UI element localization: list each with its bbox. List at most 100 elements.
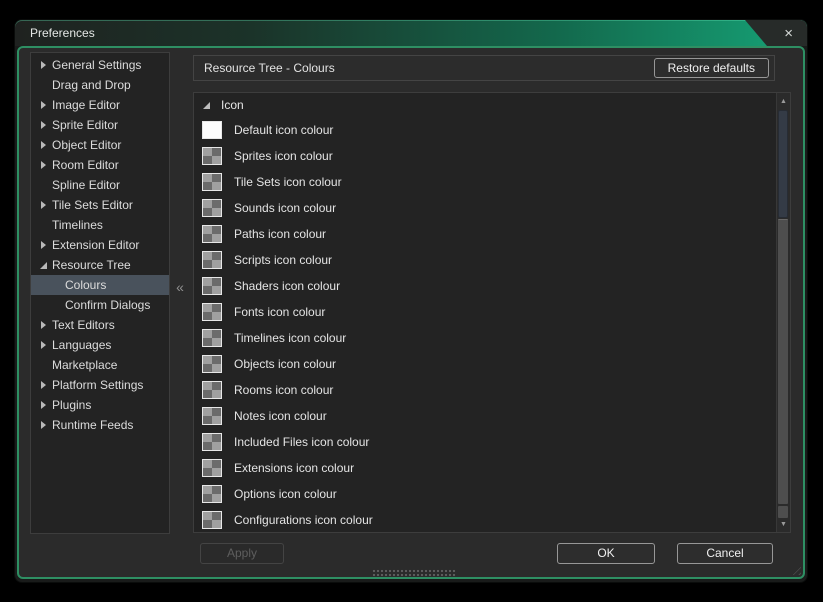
colour-row-objects[interactable]: Objects icon colour <box>194 351 790 377</box>
sidebar-collapse-icon[interactable]: « <box>171 278 189 296</box>
tree-expanded-icon[interactable] <box>203 102 215 109</box>
colour-swatch[interactable] <box>202 121 222 139</box>
tree-collapsed-icon[interactable] <box>37 101 49 109</box>
colour-row-label: Notes icon colour <box>234 409 327 423</box>
tree-collapsed-icon[interactable] <box>37 401 49 409</box>
tree-collapsed-icon[interactable] <box>37 201 49 209</box>
scroll-up-icon[interactable]: ▲ <box>777 94 790 108</box>
colour-swatch[interactable] <box>202 433 222 451</box>
colour-row-notes[interactable]: Notes icon colour <box>194 403 790 429</box>
colour-row-label: Options icon colour <box>234 487 337 501</box>
colour-swatch[interactable] <box>202 407 222 425</box>
tree-collapsed-icon[interactable] <box>37 161 49 169</box>
colour-swatch[interactable] <box>202 277 222 295</box>
restore-defaults-button[interactable]: Restore defaults <box>654 58 769 78</box>
scrollbar-thumb[interactable] <box>778 219 788 504</box>
resize-handle-dots[interactable] <box>372 569 456 577</box>
colour-swatch[interactable] <box>202 511 222 529</box>
colour-row-shaders[interactable]: Shaders icon colour <box>194 273 790 299</box>
tree-collapsed-icon[interactable] <box>37 121 49 129</box>
colour-row-sounds[interactable]: Sounds icon colour <box>194 195 790 221</box>
colour-swatch[interactable] <box>202 303 222 321</box>
tree-collapsed-icon[interactable] <box>37 241 49 249</box>
colour-swatch[interactable] <box>202 459 222 477</box>
page-title: Resource Tree - Colours <box>204 56 335 80</box>
section-header: Resource Tree - Colours Restore defaults <box>193 55 775 81</box>
colour-row-included-files[interactable]: Included Files icon colour <box>194 429 790 455</box>
sidebar-item-label: Drag and Drop <box>52 78 131 92</box>
colour-swatch[interactable] <box>202 173 222 191</box>
window-title: Preferences <box>30 20 95 46</box>
colour-swatch[interactable] <box>202 485 222 503</box>
tree-collapsed-icon[interactable] <box>37 61 49 69</box>
tree-collapsed-icon[interactable] <box>37 341 49 349</box>
tree-collapsed-icon[interactable] <box>37 321 49 329</box>
sidebar-item-marketplace[interactable]: Marketplace <box>31 355 169 375</box>
tree-expanded-icon[interactable] <box>37 262 49 269</box>
colour-row-rooms[interactable]: Rooms icon colour <box>194 377 790 403</box>
colour-row-label: Configurations icon colour <box>234 513 373 527</box>
tree-collapsed-icon[interactable] <box>37 381 49 389</box>
sidebar-item-resource-tree[interactable]: Resource Tree <box>31 255 169 275</box>
sidebar-item-label: Timelines <box>52 218 103 232</box>
sidebar-item-confirm-dialogs[interactable]: Confirm Dialogs <box>31 295 169 315</box>
ok-button[interactable]: OK <box>557 543 655 564</box>
colour-swatch[interactable] <box>202 329 222 347</box>
sidebar-item-object-editor[interactable]: Object Editor <box>31 135 169 155</box>
dialog-client-area: General Settings Drag and Drop Image Edi… <box>17 46 805 579</box>
list-scrollbar[interactable]: ▲ ▼ <box>776 93 790 532</box>
colour-swatch[interactable] <box>202 381 222 399</box>
sidebar-item-image-editor[interactable]: Image Editor <box>31 95 169 115</box>
colour-row-extensions[interactable]: Extensions icon colour <box>194 455 790 481</box>
icon-group-header[interactable]: Icon <box>194 93 790 117</box>
colour-row-paths[interactable]: Paths icon colour <box>194 221 790 247</box>
sidebar-item-languages[interactable]: Languages <box>31 335 169 355</box>
sidebar-item-timelines[interactable]: Timelines <box>31 215 169 235</box>
sidebar-item-runtime-feeds[interactable]: Runtime Feeds <box>31 415 169 435</box>
colour-swatch[interactable] <box>202 147 222 165</box>
colour-row-tile-sets[interactable]: Tile Sets icon colour <box>194 169 790 195</box>
colour-row-fonts[interactable]: Fonts icon colour <box>194 299 790 325</box>
sidebar-item-extension-editor[interactable]: Extension Editor <box>31 235 169 255</box>
scroll-down-icon[interactable]: ▼ <box>777 517 790 531</box>
group-label: Icon <box>221 98 244 112</box>
colour-swatch[interactable] <box>202 225 222 243</box>
sidebar-item-label: Image Editor <box>52 98 120 112</box>
colour-row-sprites[interactable]: Sprites icon colour <box>194 143 790 169</box>
colour-swatch[interactable] <box>202 199 222 217</box>
colour-swatch[interactable] <box>202 251 222 269</box>
colour-row-label: Sounds icon colour <box>234 201 336 215</box>
sidebar-item-room-editor[interactable]: Room Editor <box>31 155 169 175</box>
apply-button[interactable]: Apply <box>200 543 284 564</box>
sidebar-item-general-settings[interactable]: General Settings <box>31 55 169 75</box>
title-bar-notch: × <box>745 20 807 46</box>
scrollbar-track[interactable] <box>778 110 788 218</box>
colour-row-default[interactable]: Default icon colour <box>194 117 790 143</box>
sidebar-item-label: Plugins <box>52 398 91 412</box>
colour-swatch[interactable] <box>202 355 222 373</box>
sidebar-item-plugins[interactable]: Plugins <box>31 395 169 415</box>
colour-row-configurations[interactable]: Configurations icon colour <box>194 507 790 533</box>
colour-row-options[interactable]: Options icon colour <box>194 481 790 507</box>
tree-collapsed-icon[interactable] <box>37 141 49 149</box>
preferences-tree: General Settings Drag and Drop Image Edi… <box>30 52 170 534</box>
sidebar-item-drag-and-drop[interactable]: Drag and Drop <box>31 75 169 95</box>
sidebar-item-label: Room Editor <box>52 158 119 172</box>
sidebar-item-text-editors[interactable]: Text Editors <box>31 315 169 335</box>
sidebar-item-tile-sets-editor[interactable]: Tile Sets Editor <box>31 195 169 215</box>
cancel-button[interactable]: Cancel <box>677 543 773 564</box>
title-bar[interactable]: Preferences × <box>15 20 807 46</box>
tree-collapsed-icon[interactable] <box>37 421 49 429</box>
sidebar-item-spline-editor[interactable]: Spline Editor <box>31 175 169 195</box>
resize-grip-icon[interactable] <box>789 563 801 575</box>
sidebar-item-label: Resource Tree <box>52 258 131 272</box>
colour-row-label: Default icon colour <box>234 123 333 137</box>
sidebar-item-colours[interactable]: Colours <box>31 275 169 295</box>
colour-row-scripts[interactable]: Scripts icon colour <box>194 247 790 273</box>
colour-row-timelines[interactable]: Timelines icon colour <box>194 325 790 351</box>
sidebar-item-label: Confirm Dialogs <box>65 298 150 312</box>
sidebar-item-sprite-editor[interactable]: Sprite Editor <box>31 115 169 135</box>
close-icon[interactable]: × <box>784 26 793 41</box>
sidebar-item-label: Colours <box>65 278 106 292</box>
sidebar-item-platform-settings[interactable]: Platform Settings <box>31 375 169 395</box>
